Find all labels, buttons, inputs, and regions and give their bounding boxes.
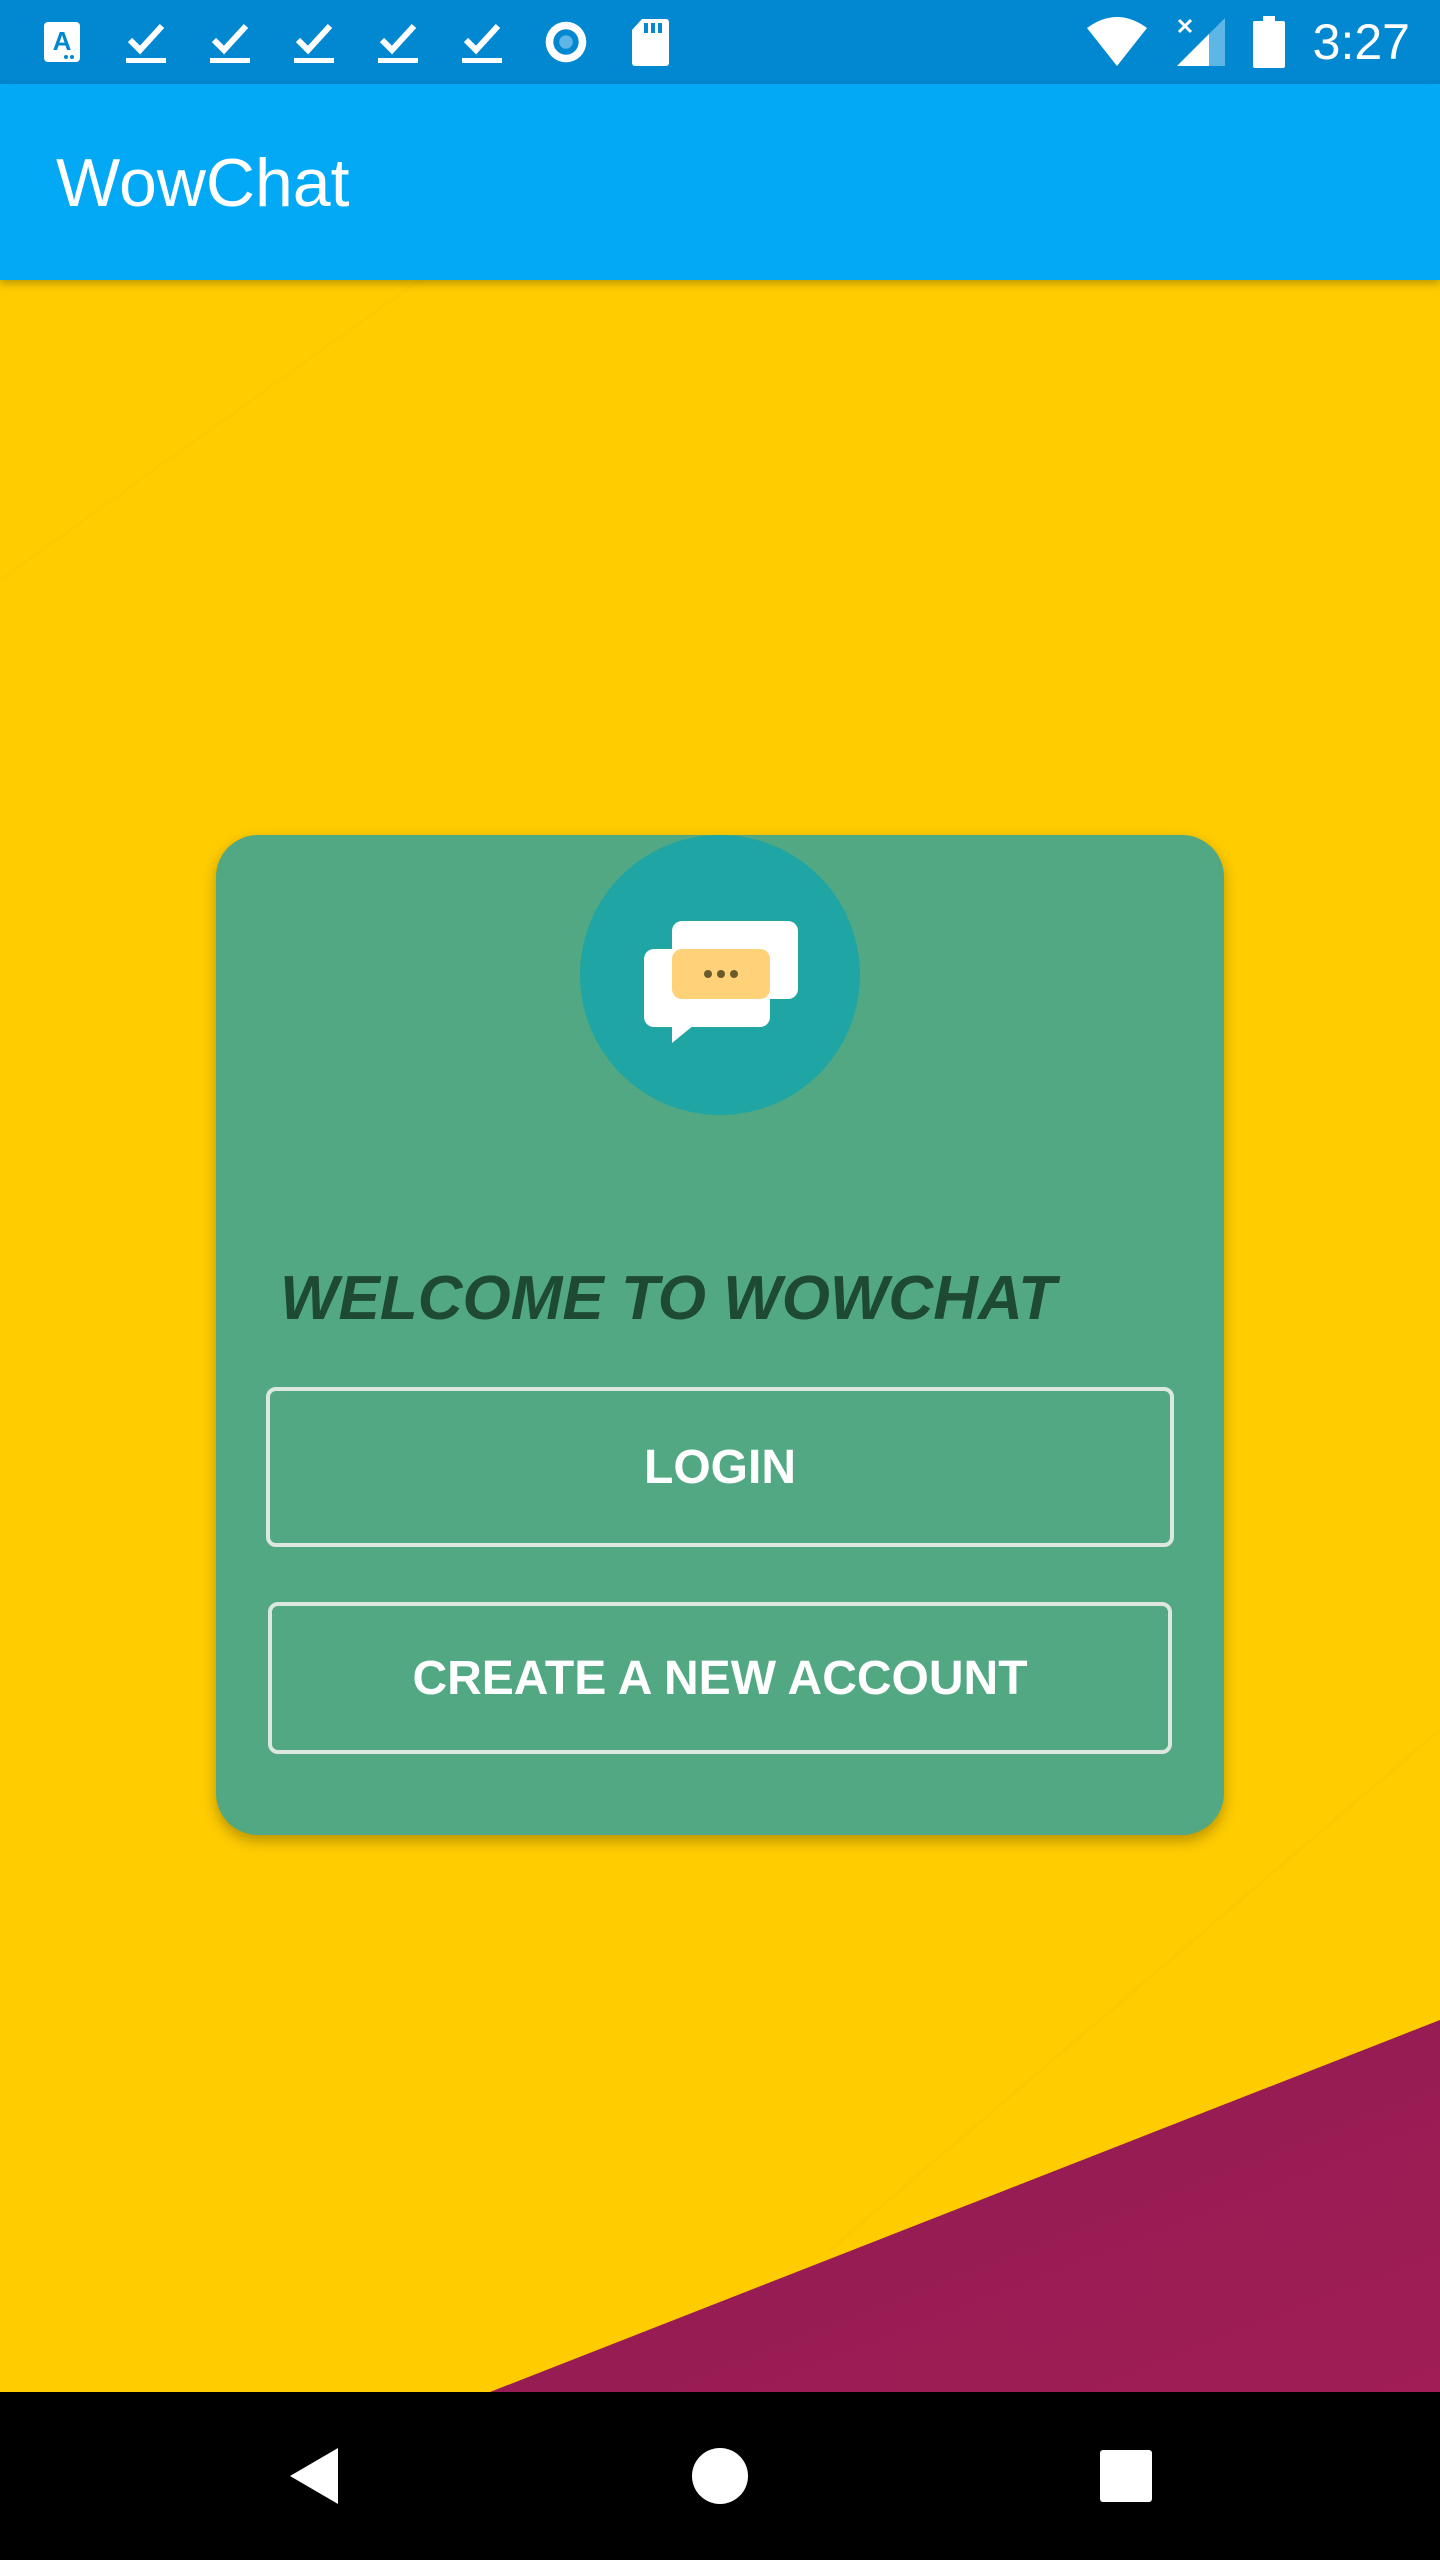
status-bar: A 3:27 — [0, 0, 1440, 84]
app-a-icon: A — [40, 16, 84, 68]
back-button[interactable] — [236, 2392, 396, 2560]
notification-icons: A — [40, 14, 712, 70]
clock: 3:27 — [1312, 14, 1410, 70]
app-title: WowChat — [56, 145, 350, 221]
navigation-bar — [0, 2392, 1440, 2560]
main-content: WELCOME TO WOWCHAT LOGIN CREATE A NEW AC… — [0, 280, 1440, 2392]
battery-icon — [1252, 16, 1285, 68]
svg-text:A: A — [53, 26, 72, 56]
home-icon — [692, 2448, 748, 2504]
create-account-button[interactable]: CREATE A NEW ACCOUNT — [268, 1602, 1172, 1754]
record-icon — [544, 16, 588, 68]
check-icon — [292, 16, 336, 68]
signal-no-data-icon — [1175, 16, 1227, 68]
app-bar: WowChat — [0, 84, 1440, 280]
wifi-icon — [1085, 16, 1149, 68]
check-icon — [124, 16, 168, 68]
check-icon — [376, 16, 420, 68]
welcome-card: WELCOME TO WOWCHAT LOGIN CREATE A NEW AC… — [216, 835, 1224, 1835]
check-icon — [460, 16, 504, 68]
welcome-heading: WELCOME TO WOWCHAT — [280, 1264, 1057, 1333]
recents-icon — [1100, 2450, 1152, 2502]
login-button[interactable]: LOGIN — [266, 1387, 1174, 1547]
sd-card-icon — [628, 16, 672, 68]
check-icon — [208, 16, 252, 68]
recents-button[interactable] — [1046, 2392, 1206, 2560]
system-status: 3:27 — [1059, 0, 1410, 84]
chat-bubbles-icon — [644, 921, 798, 1043]
logo-circle — [580, 835, 860, 1115]
back-icon — [290, 2448, 338, 2504]
home-button[interactable] — [640, 2392, 800, 2560]
